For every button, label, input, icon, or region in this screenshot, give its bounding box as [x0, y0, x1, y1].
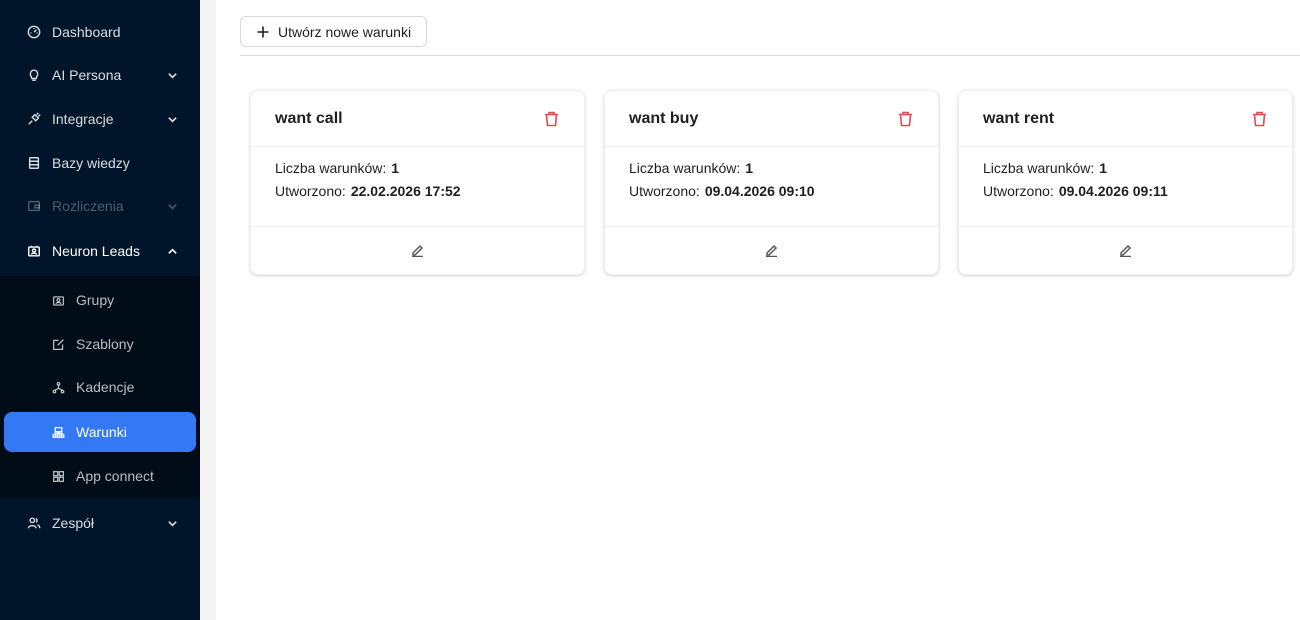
- count-label: Liczba warunków:: [983, 160, 1095, 176]
- sidebar-item-label: Dashboard: [52, 24, 121, 40]
- chevron-down-icon: [166, 200, 178, 212]
- chevron-down-icon: [166, 113, 178, 125]
- trash-icon: [898, 111, 912, 126]
- sidebar-item-label: Rozliczenia: [52, 198, 124, 214]
- card-header: want call: [251, 91, 584, 147]
- count-value: 1: [745, 160, 754, 176]
- card-actions: [605, 226, 938, 274]
- chevron-down-icon: [166, 69, 178, 81]
- card-body: Liczba warunków: 1 Utworzono: 09.04.2026…: [629, 157, 914, 203]
- delete-button[interactable]: [542, 110, 560, 128]
- sidebar-subitem-label: App connect: [76, 468, 154, 484]
- card-title: want buy: [629, 109, 699, 127]
- delete-button[interactable]: [1250, 110, 1268, 128]
- trash-icon: [544, 111, 558, 126]
- edit-icon: [412, 244, 424, 257]
- create-conditions-button[interactable]: Utwórz nowe warunki: [240, 16, 428, 47]
- card-title: want call: [275, 109, 343, 127]
- team-icon: [26, 515, 42, 531]
- created-value: 22.02.2026 17:52: [350, 183, 461, 199]
- condition-card: want buy Liczba warunków: 1 Utworzono: 0…: [604, 90, 939, 275]
- card-body: Liczba warunków: 1 Utworzono: 22.02.2026…: [275, 157, 560, 203]
- edit-button[interactable]: [1118, 243, 1134, 259]
- sidebar-subitem-label: Szablony: [76, 336, 134, 352]
- trash-icon: [1252, 111, 1266, 126]
- count-value: 1: [1099, 160, 1108, 176]
- chevron-down-icon: [166, 517, 178, 529]
- condition-card: want rent Liczba warunków: 1 Utworzono: …: [958, 90, 1293, 275]
- created-label: Utworzono:: [983, 183, 1054, 199]
- count-value: 1: [391, 160, 400, 176]
- count-label: Liczba warunków:: [275, 160, 387, 176]
- sidebar-item-ai-persona[interactable]: AI Persona: [0, 55, 200, 95]
- sidebar-item-bazy-wiedzy[interactable]: Bazy wiedzy: [0, 143, 200, 183]
- edit-button[interactable]: [764, 243, 780, 259]
- sidebar-subitem-grupy[interactable]: Grupy: [4, 280, 196, 320]
- card-actions: [959, 226, 1292, 274]
- sidebar-subitem-szablony[interactable]: Szablony: [4, 324, 196, 364]
- sidebar-item-dashboard[interactable]: Dashboard: [0, 12, 200, 52]
- sidebar-item-zespol[interactable]: Zespół: [0, 503, 200, 543]
- created-label: Utworzono:: [629, 183, 700, 199]
- sidebar-subitem-label: Warunki: [76, 424, 127, 440]
- delete-button[interactable]: [896, 110, 914, 128]
- sidebar-item-neuron-leads[interactable]: Neuron Leads: [0, 231, 200, 271]
- divider: [240, 55, 1300, 56]
- cluster-icon: [50, 424, 66, 440]
- sidebar-item-integracje[interactable]: Integracje: [0, 99, 200, 139]
- bulb-icon: [26, 67, 42, 83]
- count-label: Liczba warunków:: [629, 160, 741, 176]
- sidebar-item-label: AI Persona: [52, 67, 122, 83]
- sidebar-item-label: Bazy wiedzy: [52, 155, 130, 171]
- form-icon: [50, 336, 66, 352]
- deployment-icon: [50, 379, 66, 395]
- neuron-leads-submenu: Grupy Szablony Kadencje Warunki App conn…: [0, 276, 200, 498]
- sidebar: Dashboard AI Persona Integracje Bazy wie…: [0, 0, 200, 620]
- contacts-icon: [50, 292, 66, 308]
- sidebar-subitem-app-connect[interactable]: App connect: [4, 456, 196, 496]
- main-content: Utwórz nowe warunki want call Liczba war…: [216, 0, 1300, 620]
- card-header: want buy: [605, 91, 938, 147]
- created-value: 09.04.2026 09:11: [1058, 183, 1168, 199]
- edit-button[interactable]: [410, 243, 426, 259]
- sidebar-item-label: Zespół: [52, 515, 95, 531]
- card-body: Liczba warunków: 1 Utworzono: 09.04.2026…: [983, 157, 1268, 203]
- dashboard-icon: [26, 24, 42, 40]
- sidebar-subitem-label: Kadencje: [76, 379, 135, 395]
- plus-icon: [256, 25, 270, 39]
- appstore-icon: [50, 468, 66, 484]
- sidebar-subitem-kadencje[interactable]: Kadencje: [4, 367, 196, 407]
- card-header: want rent: [959, 91, 1292, 147]
- database-icon: [26, 155, 42, 171]
- created-label: Utworzono:: [275, 183, 346, 199]
- card-actions: [251, 226, 584, 274]
- edit-icon: [1120, 244, 1132, 257]
- card-title: want rent: [983, 109, 1055, 127]
- sidebar-subitem-label: Grupy: [76, 292, 115, 308]
- sidebar-item-rozliczenia: Rozliczenia: [0, 186, 200, 226]
- contacts-icon: [26, 243, 42, 259]
- sidebar-item-label: Neuron Leads: [52, 243, 140, 259]
- plug-icon: [26, 111, 42, 127]
- create-conditions-label: Utwórz nowe warunki: [278, 23, 412, 40]
- condition-card: want call Liczba warunków: 1 Utworzono: …: [250, 90, 585, 275]
- wallet-icon: [26, 198, 42, 214]
- edit-icon: [766, 244, 778, 257]
- created-value: 09.04.2026 09:10: [704, 183, 815, 199]
- sidebar-item-label: Integracje: [52, 111, 114, 127]
- sidebar-subitem-warunki[interactable]: Warunki: [4, 412, 196, 452]
- chevron-up-icon: [166, 245, 178, 257]
